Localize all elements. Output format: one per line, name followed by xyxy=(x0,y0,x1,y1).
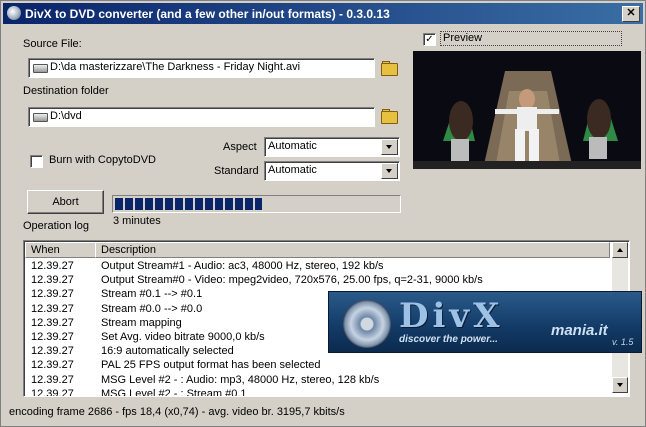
window-title: DivX to DVD converter (and a few other i… xyxy=(25,7,390,21)
app-icon xyxy=(7,6,21,20)
browse-destination-folder-icon[interactable] xyxy=(380,108,398,124)
scroll-up-icon[interactable] xyxy=(612,242,628,258)
progress-time: 3 minutes xyxy=(113,215,161,227)
title-bar[interactable]: DivX to DVD converter (and a few other i… xyxy=(3,3,643,24)
row-description: PAL 25 FPS output format has been select… xyxy=(101,359,321,372)
close-button[interactable]: ✕ xyxy=(622,6,640,22)
table-row[interactable]: 12.39.27 MSG Level #2 - : Stream #0.1 xyxy=(25,387,610,397)
banner-version: v. 1.5 xyxy=(612,337,634,347)
row-time: 12.39.27 xyxy=(31,359,74,372)
row-description: Set Avg. video bitrate 9000,0 kb/s xyxy=(101,330,265,343)
progress-fill xyxy=(115,198,262,210)
client-area: Source File: D:\da masterizzare\The Dark… xyxy=(3,25,643,424)
row-description: Stream #0.0 --> #0.0 xyxy=(101,302,203,315)
row-time: 12.39.27 xyxy=(31,387,74,397)
source-file-value: D:\da masterizzare\The Darkness - Friday… xyxy=(50,61,301,73)
standard-select[interactable]: Automatic xyxy=(264,161,400,181)
row-time: 12.39.27 xyxy=(31,260,74,272)
row-description: Output Stream#0 - Video: mpeg2video, 720… xyxy=(101,274,483,287)
operation-log-label: Operation log xyxy=(23,220,90,232)
preview-label: Preview xyxy=(440,31,622,46)
table-row[interactable]: 12.39.27 Output Stream#1 - Audio: ac3, 48… xyxy=(25,259,610,273)
banner-brand: DivX xyxy=(399,296,504,336)
drive-icon xyxy=(33,64,48,73)
row-description: 16:9 automatically selected xyxy=(101,345,234,358)
chevron-down-icon[interactable] xyxy=(381,163,398,179)
abort-button[interactable]: Abort xyxy=(27,190,104,214)
row-time: 12.39.27 xyxy=(31,288,74,301)
scroll-down-icon[interactable] xyxy=(612,377,628,393)
row-time: 12.39.27 xyxy=(31,274,74,287)
video-preview xyxy=(413,51,641,169)
status-bar: encoding frame 2686 - fps 18,4 (x0,74) -… xyxy=(9,406,345,418)
column-header-when[interactable]: When xyxy=(25,242,96,258)
browse-source-folder-icon[interactable] xyxy=(380,60,398,76)
preview-checkbox[interactable]: ✓ xyxy=(423,33,436,46)
burn-checkbox[interactable] xyxy=(30,155,43,168)
aspect-label: Aspect xyxy=(223,141,257,153)
disc-icon xyxy=(343,300,391,348)
row-description: Stream mapping xyxy=(101,316,182,329)
destination-folder-field[interactable]: D:\dvd xyxy=(28,107,375,127)
main-window: DivX to DVD converter (and a few other i… xyxy=(0,0,646,427)
row-description: Stream #0.1 --> #0.1 xyxy=(101,288,203,301)
progress-bar xyxy=(112,195,401,213)
destination-folder-label: Destination folder xyxy=(23,85,109,97)
aspect-select[interactable]: Automatic xyxy=(264,137,400,157)
row-time: 12.39.27 xyxy=(31,316,74,329)
chevron-down-icon[interactable] xyxy=(381,139,398,155)
burn-label: Burn with CopytoDVD xyxy=(49,154,156,166)
column-header-description[interactable]: Description xyxy=(95,242,610,258)
table-row[interactable]: 12.39.27 PAL 25 FPS output format has bee… xyxy=(25,358,610,372)
drive-icon xyxy=(33,113,48,122)
standard-label: Standard xyxy=(214,165,259,177)
row-time: 12.39.27 xyxy=(31,373,74,386)
row-description: Output Stream#1 - Audio: ac3, 48000 Hz, … xyxy=(101,260,384,272)
table-row[interactable]: 12.39.27 MSG Level #2 - : Audio: mp3, 480… xyxy=(25,373,610,387)
preview-image xyxy=(413,51,641,169)
log-header: When Description xyxy=(25,242,610,258)
banner-site: mania.it xyxy=(551,322,608,339)
row-description: MSG Level #2 - : Stream #0.1 xyxy=(101,387,247,397)
table-row[interactable]: 12.39.27 Output Stream#0 - Video: mpeg2vi… xyxy=(25,273,610,287)
standard-value: Automatic xyxy=(268,164,317,176)
divxmania-banner: DivX mania.it discover the power... v. 1… xyxy=(328,291,642,353)
row-time: 12.39.27 xyxy=(31,302,74,315)
destination-folder-value: D:\dvd xyxy=(50,110,82,122)
row-time: 12.39.27 xyxy=(31,330,74,343)
banner-tagline: discover the power... xyxy=(399,334,498,345)
source-file-label: Source File: xyxy=(23,38,82,50)
row-description: MSG Level #2 - : Audio: mp3, 48000 Hz, s… xyxy=(101,373,380,386)
source-file-field[interactable]: D:\da masterizzare\The Darkness - Friday… xyxy=(28,58,375,78)
row-time: 12.39.27 xyxy=(31,345,74,358)
aspect-value: Automatic xyxy=(268,140,317,152)
